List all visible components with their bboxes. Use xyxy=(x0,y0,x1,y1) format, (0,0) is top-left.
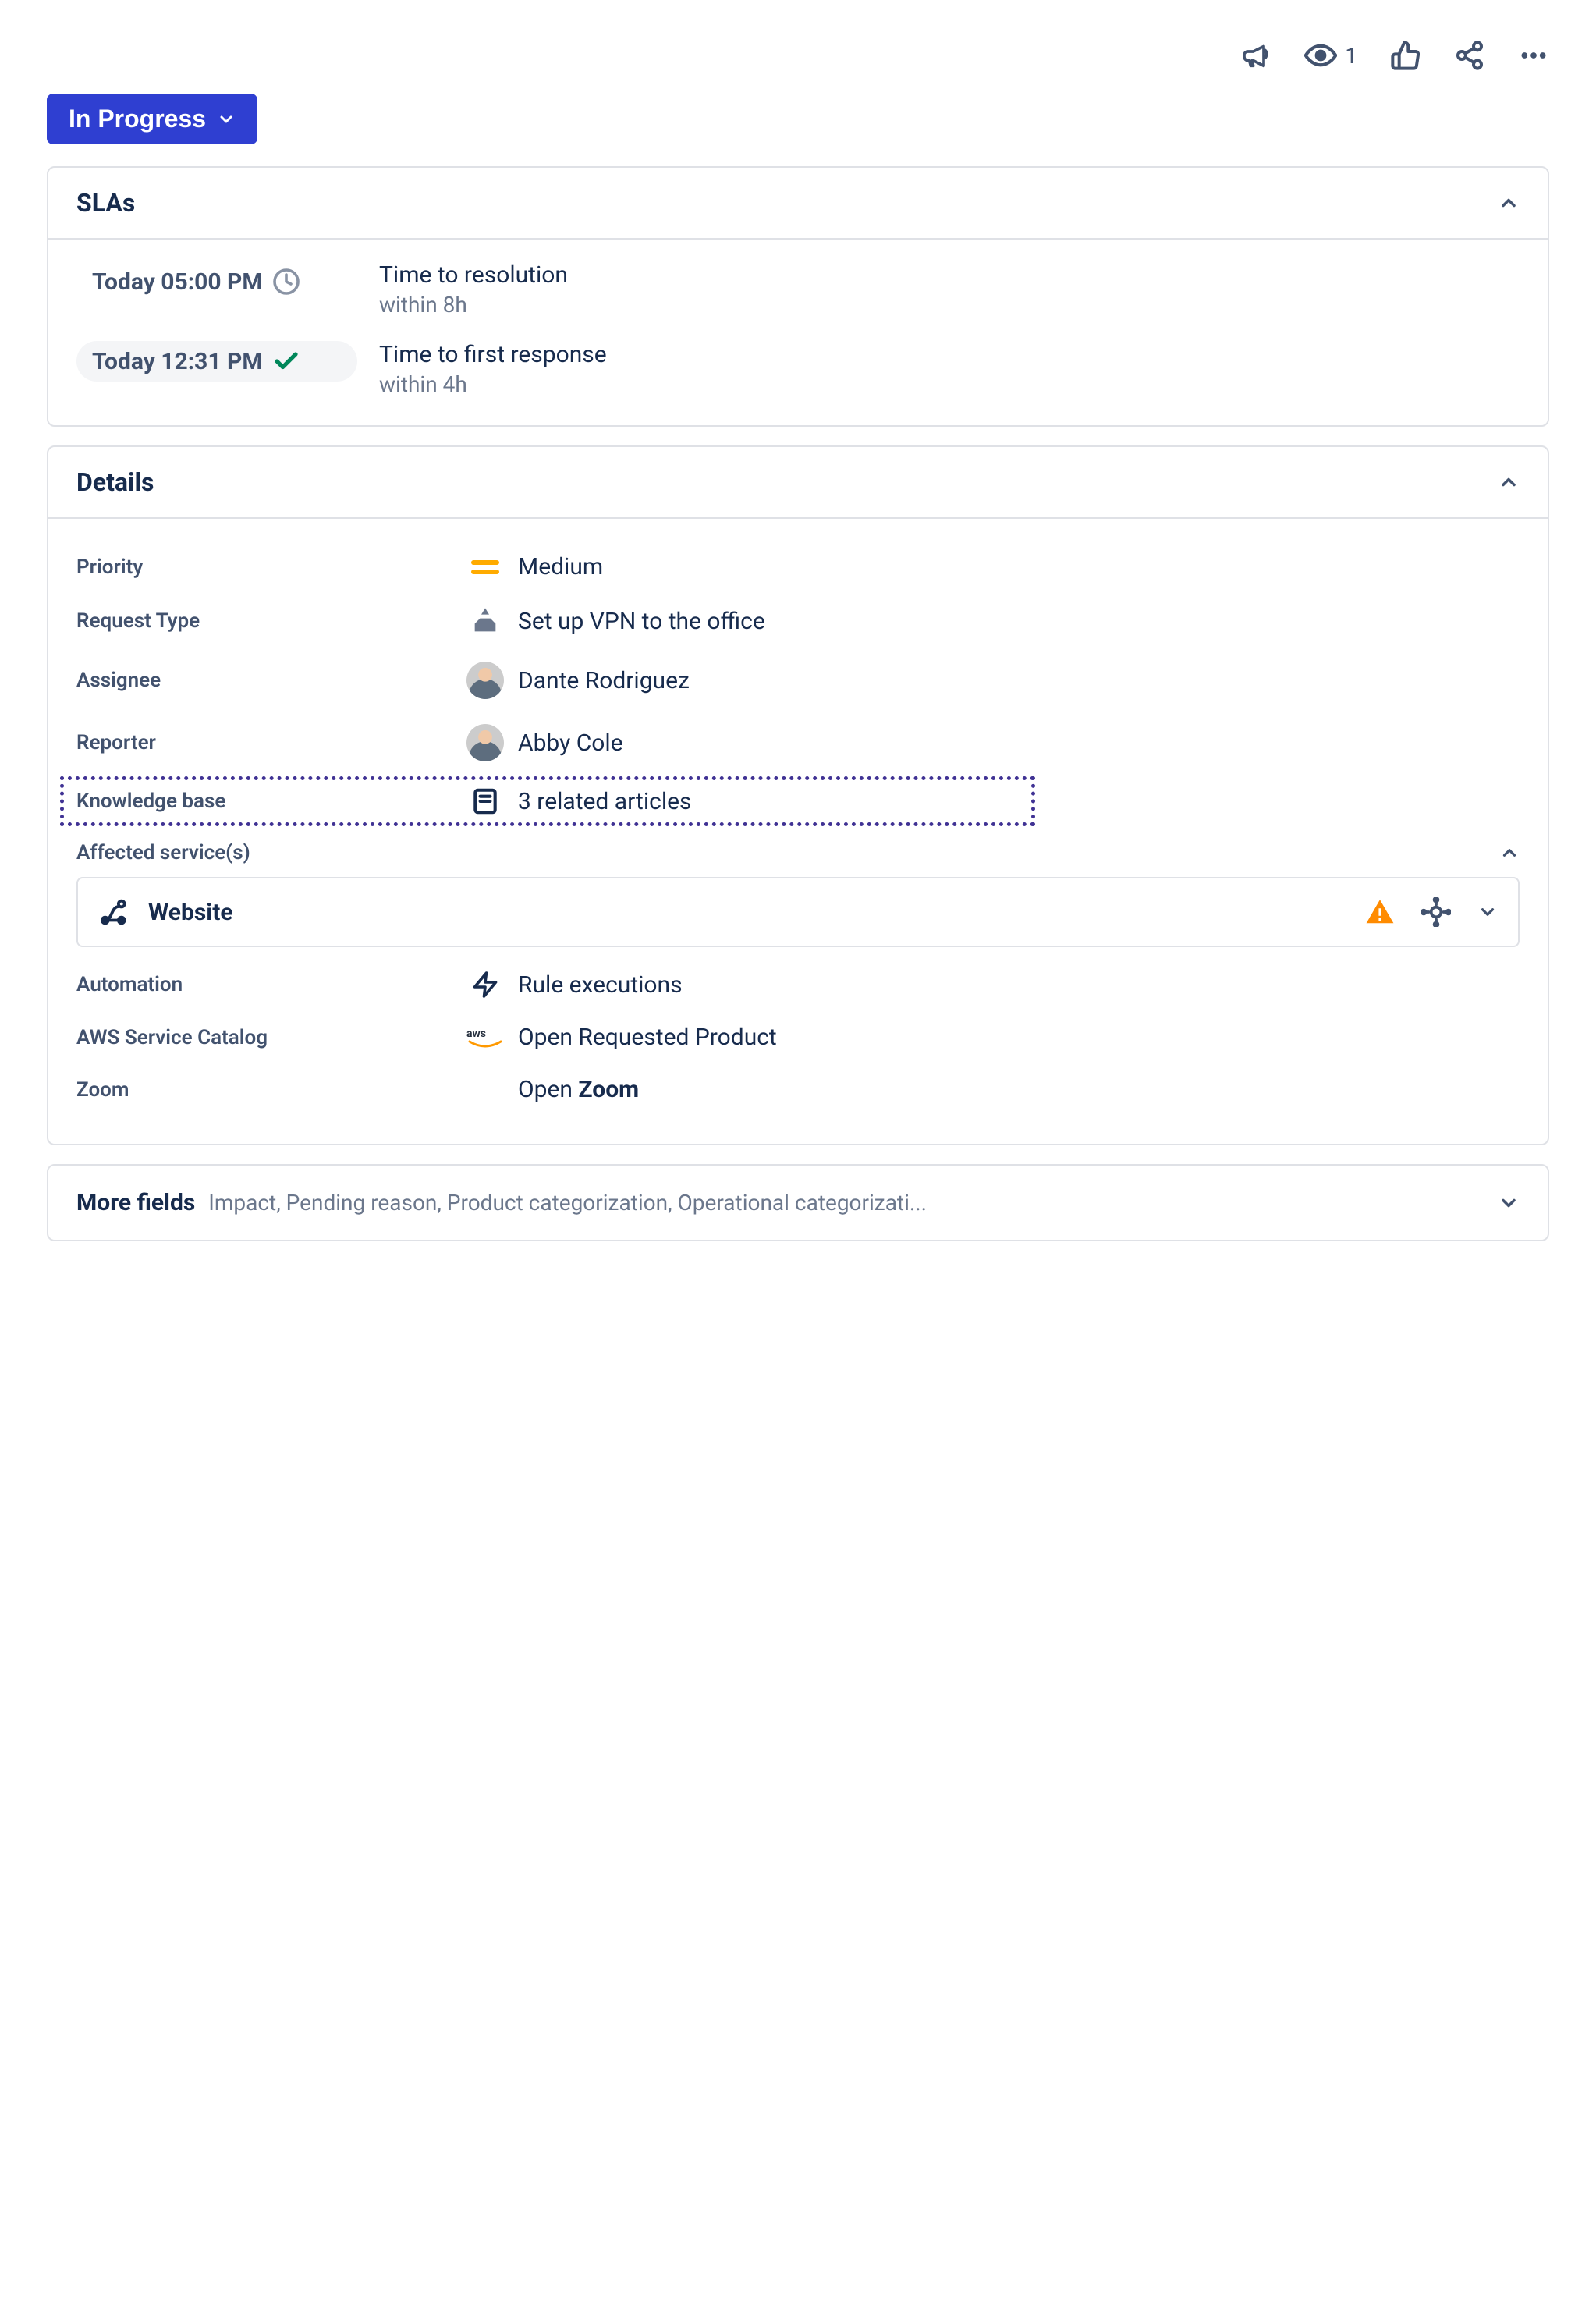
sla-title: Time to resolution xyxy=(379,261,568,289)
priority-field[interactable]: Priority Medium xyxy=(76,541,1520,593)
chevron-up-icon xyxy=(1498,192,1520,214)
automation-value: Rule executions xyxy=(518,971,683,999)
knowledge-base-value: 3 related articles xyxy=(518,788,692,815)
sla-sub: within 4h xyxy=(379,371,607,397)
reporter-field[interactable]: Reporter Abby Cole xyxy=(76,712,1520,774)
details-header[interactable]: Details xyxy=(48,447,1548,519)
avatar xyxy=(466,724,504,761)
svg-text:aws: aws xyxy=(466,1028,486,1040)
chevron-down-icon xyxy=(217,110,236,129)
megaphone-icon xyxy=(1240,40,1271,71)
slas-header[interactable]: SLAs xyxy=(48,168,1548,240)
check-icon xyxy=(272,347,300,375)
aws-field[interactable]: AWS Service Catalog aws Open Requested P… xyxy=(76,1011,1520,1063)
more-fields-sub: Impact, Pending reason, Product categori… xyxy=(208,1190,927,1216)
slas-title: SLAs xyxy=(76,188,135,218)
chevron-down-icon[interactable] xyxy=(1477,902,1498,922)
request-type-field[interactable]: Request Type Set up VPN to the office xyxy=(76,593,1520,649)
aws-icon: aws xyxy=(466,1026,504,1049)
more-fields-header[interactable]: More fields Impact, Pending reason, Prod… xyxy=(48,1166,1548,1240)
watch-button[interactable]: 1 xyxy=(1304,39,1357,72)
zoom-field[interactable]: Zoom Open Zoom xyxy=(76,1063,1520,1116)
watch-count: 1 xyxy=(1345,43,1357,69)
service-graph-icon xyxy=(98,896,131,928)
more-actions-button[interactable] xyxy=(1518,40,1549,71)
details-panel: Details Priority Medium Request Type Set… xyxy=(47,445,1549,1145)
automation-field[interactable]: Automation Rule executions xyxy=(76,958,1520,1011)
priority-medium-icon xyxy=(471,558,499,577)
thumbs-up-icon xyxy=(1390,40,1421,71)
affected-service-item[interactable]: Website xyxy=(76,877,1520,947)
avatar xyxy=(466,662,504,699)
priority-value: Medium xyxy=(518,553,603,580)
more-icon xyxy=(1518,40,1549,71)
status-label: In Progress xyxy=(69,105,206,133)
zoom-value: Open Zoom xyxy=(518,1076,639,1103)
assignee-field[interactable]: Assignee Dante Rodriguez xyxy=(76,649,1520,712)
chevron-up-icon xyxy=(1499,843,1520,863)
affected-services-header[interactable]: Affected service(s) xyxy=(76,829,1520,877)
service-name: Website xyxy=(148,899,233,926)
chevron-down-icon xyxy=(1498,1192,1520,1214)
share-icon xyxy=(1454,40,1485,71)
opsgenie-icon xyxy=(1421,897,1451,927)
article-icon xyxy=(470,786,500,816)
share-button[interactable] xyxy=(1454,40,1485,71)
sla-sub: within 8h xyxy=(379,292,568,318)
slas-panel: SLAs Today 05:00 PM Time to resolution w… xyxy=(47,166,1549,427)
warning-icon xyxy=(1365,897,1395,927)
clock-icon xyxy=(272,268,300,296)
more-fields-panel[interactable]: More fields Impact, Pending reason, Prod… xyxy=(47,1164,1549,1241)
assignee-value: Dante Rodriguez xyxy=(518,667,690,694)
request-type-value: Set up VPN to the office xyxy=(518,608,765,635)
eye-icon xyxy=(1304,39,1337,72)
more-fields-label: More fields xyxy=(76,1189,195,1216)
chevron-up-icon xyxy=(1498,471,1520,493)
status-dropdown[interactable]: In Progress xyxy=(47,94,257,144)
sla-row: Today 05:00 PM Time to resolution within… xyxy=(76,261,1520,318)
sla-row: Today 12:31 PM Time to first response wi… xyxy=(76,341,1520,397)
aws-value: Open Requested Product xyxy=(518,1024,777,1051)
sla-time-badge: Today 12:31 PM xyxy=(76,341,357,382)
sla-time-badge: Today 05:00 PM xyxy=(76,261,357,302)
sla-title: Time to first response xyxy=(379,341,607,368)
knowledge-base-field[interactable]: Knowledge base 3 related articles xyxy=(64,780,1031,822)
details-title: Details xyxy=(76,467,154,497)
feedback-button[interactable] xyxy=(1240,40,1271,71)
reporter-value: Abby Cole xyxy=(518,729,623,757)
lightning-icon xyxy=(471,971,499,999)
vote-button[interactable] xyxy=(1390,40,1421,71)
vpn-icon xyxy=(470,605,501,637)
